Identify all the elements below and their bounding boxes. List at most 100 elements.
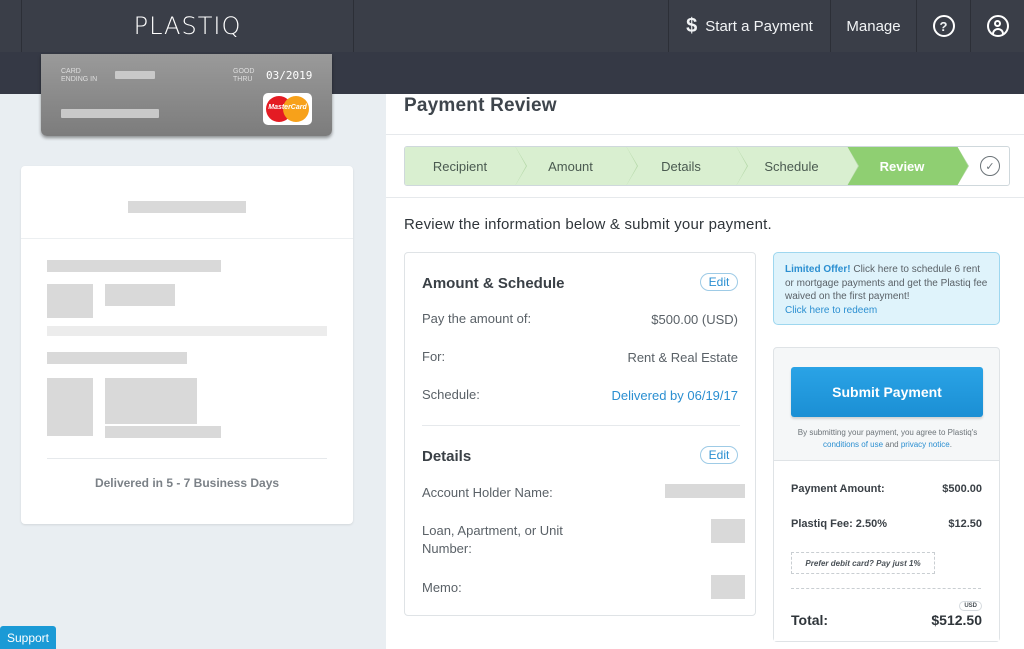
plastiq-logo[interactable]: PLASTIQ [134,12,242,40]
user-icon-head [994,20,1001,27]
manage-link[interactable]: Manage [830,0,916,52]
mastercard-wordmark: MasterCard [268,104,307,111]
card-label-line1: CARD [61,68,81,75]
schedule-label: Schedule: [422,387,480,402]
review-summary-card: Amount & Schedule Edit Pay the amount of… [404,252,756,616]
card-expiry: 03/2019 [266,69,313,82]
currency-badge: USD [959,601,982,611]
start-payment-label: Start a Payment [705,17,813,35]
edit-details-button[interactable]: Edit [700,446,738,464]
plastiq-fee-value: $12.50 [948,518,982,530]
step-review[interactable]: Review [847,147,969,185]
agree-text: By submitting your payment, you agree to… [797,428,978,437]
address-line-redacted [47,326,327,336]
amount-schedule-title: Amount & Schedule [422,275,565,292]
page-title: Payment Review [404,95,557,116]
details-title: Details [422,448,472,465]
schedule-value-link[interactable]: Delivered by 06/19/17 [612,388,738,403]
good-label-line1: GOOD [233,68,255,75]
total-value: $512.50 [931,612,982,628]
total-divider [791,588,981,589]
address-line-redacted [47,352,187,364]
step-label: Schedule [764,158,819,174]
step-complete: ✓ [971,147,1009,185]
loan-unit-value-redacted [711,519,745,543]
loan-unit-label-line2: Number: [422,541,472,556]
address-line-redacted [105,284,175,306]
debit-card-offer[interactable]: Prefer debit card? Pay just 1% [791,552,935,574]
title-divider [386,134,1024,135]
steps-divider [386,197,1024,198]
recipient-footer-divider [47,458,327,459]
user-icon-body [991,28,1004,34]
manage-label: Manage [846,17,901,35]
review-instruction: Review the information below & submit yo… [404,216,772,233]
logo-area[interactable]: PLASTIQ [21,0,354,52]
address-line-redacted [47,284,93,318]
for-value: Rent & Real Estate [627,350,738,365]
loan-unit-label-line1: Loan, Apartment, or Unit [422,523,563,538]
main-nav: $ Start a Payment Manage ? [668,0,1024,52]
step-recipient[interactable]: Recipient [405,147,527,185]
card-label-line2: ENDING IN [61,76,98,83]
help-icon: ? [932,15,955,37]
section-divider [422,425,740,426]
edit-amount-schedule-button[interactable]: Edit [700,273,738,291]
fee-breakdown: Payment Amount: $500.00 Plastiq Fee: 2.5… [774,460,999,641]
redeem-offer-link[interactable]: Click here to redeem [785,305,877,316]
loan-unit-label: Loan, Apartment, or Unit Number: [422,522,563,558]
card-ending-label: CARD ENDING IN [61,68,97,84]
payment-amount-value: $500.00 [942,483,982,495]
agree-period: . [949,440,952,449]
account-holder-value-redacted [665,484,745,498]
step-label: Recipient [432,158,488,174]
cardholder-name-redacted [61,109,159,118]
dollar-icon: $ [686,14,698,37]
address-line-redacted [47,378,93,436]
help-button[interactable]: ? [916,0,970,52]
credit-card: CARD ENDING IN GOOD THRU 03/2019 MasterC… [41,54,332,136]
recipient-panel: Delivered in 5 - 7 Business Days [21,166,353,524]
progress-steps: Recipient Amount Details Schedule Review… [404,146,1010,186]
mastercard-logo: MasterCard [263,93,312,125]
limited-offer-banner[interactable]: Limited Offer! Click here to schedule 6 … [773,252,1000,325]
terms-agreement: By submitting your payment, you agree to… [782,427,993,451]
good-thru-label: GOOD THRU [233,68,254,84]
step-schedule[interactable]: Schedule [736,147,859,185]
support-button[interactable]: Support [0,626,56,649]
main-panel: Payment Review Recipient Amount Details … [386,94,1024,649]
step-amount[interactable]: Amount [515,147,638,185]
address-line-redacted [105,378,197,424]
pay-amount-label: Pay the amount of: [422,311,532,326]
card-number-redacted [115,71,155,79]
recipient-divider [21,238,353,239]
recipient-name-redacted [128,201,246,213]
memo-label: Memo: [422,580,462,595]
payment-summary-box: Submit Payment By submitting your paymen… [773,347,1000,642]
step-label: Amount [548,158,593,174]
memo-value-redacted [711,575,745,599]
payment-amount-label: Payment Amount: [791,483,885,495]
step-label: Review [879,158,925,174]
account-holder-label: Account Holder Name: [422,485,553,500]
conditions-of-use-link[interactable]: conditions of use [823,440,883,449]
start-payment-link[interactable]: $ Start a Payment [668,0,830,52]
address-line-redacted [105,426,221,438]
for-label: For: [422,349,446,364]
plastiq-fee-label: Plastiq Fee: 2.50% [791,518,887,530]
account-button[interactable] [970,0,1024,52]
offer-headline: Limited Offer! [785,264,851,275]
privacy-notice-link[interactable]: privacy notice [901,440,950,449]
step-label: Details [661,158,701,174]
checkmark-icon: ✓ [980,156,1000,176]
user-icon [986,15,1009,37]
good-label-line2: THRU [233,76,253,83]
delivery-time-note: Delivered in 5 - 7 Business Days [94,476,280,490]
agree-and: and [883,440,901,449]
address-line-redacted [47,260,221,272]
total-label: Total: [791,612,829,628]
top-navbar: PLASTIQ $ Start a Payment Manage ? [0,0,1024,52]
step-details[interactable]: Details [626,147,748,185]
submit-payment-button[interactable]: Submit Payment [791,367,983,417]
pay-amount-value: $500.00 (USD) [651,312,738,327]
